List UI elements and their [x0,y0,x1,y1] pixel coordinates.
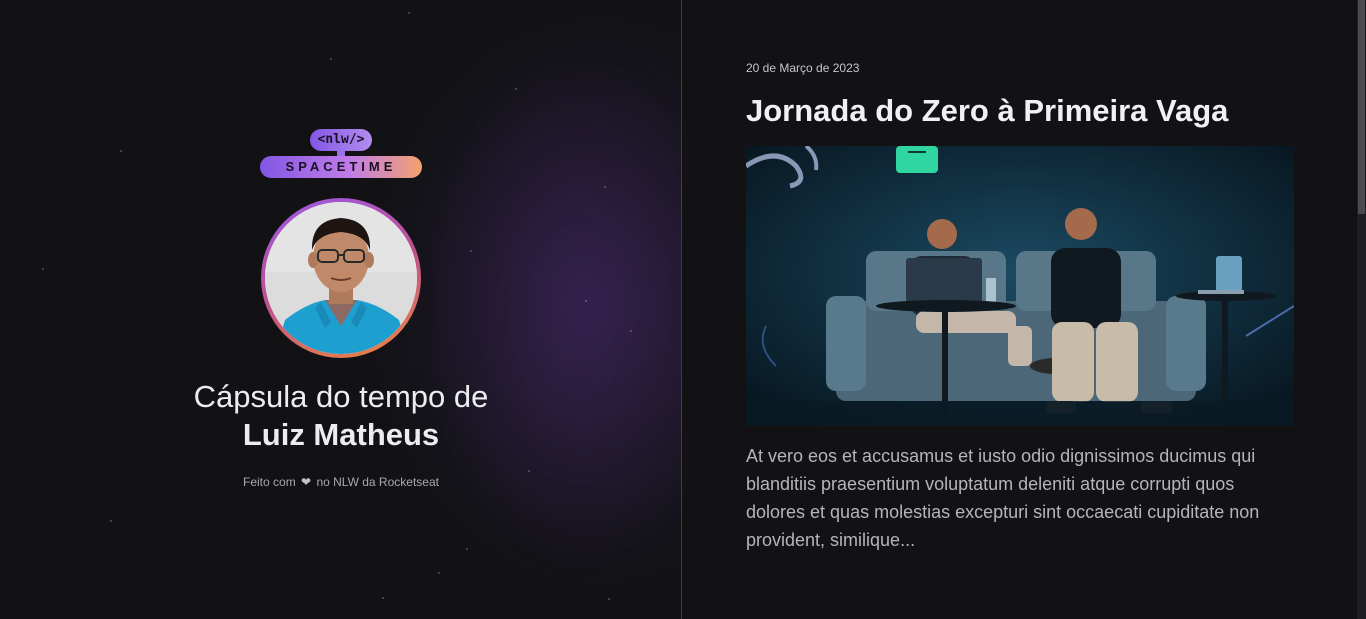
footer-note: Feito com ❤ no NLW da Rocketseat [0,475,681,489]
scrollbar-thumb[interactable] [1358,0,1365,214]
footer-suffix: no NLW da Rocketseat [316,475,439,489]
footer-prefix: Feito com [243,475,296,489]
profile-headline: Cápsula do tempo de Luiz Matheus [0,378,681,454]
headline-text: Cápsula do tempo de [193,379,489,414]
spacetime-logo: <nlw/> SPACETIME [260,129,422,179]
memory-excerpt: At vero eos et accusamus et iusto odio d… [746,446,1260,550]
spacetime-wordmark: SPACETIME [260,156,422,178]
profile-section: <nlw/> SPACETIME Cápsula do tempo de Lui… [0,0,681,619]
heart-icon: ❤ [301,475,312,489]
app-layout: <nlw/> SPACETIME Cápsula do tempo de Lui… [0,0,1366,619]
scrollbar[interactable] [1357,0,1366,619]
avatar-image [265,202,417,354]
left-panel: <nlw/> SPACETIME Cápsula do tempo de Lui… [0,0,682,619]
memory-card: 20 de Março de 2023 Jornada do Zero à Pr… [746,60,1294,554]
avatar[interactable] [265,202,417,354]
memory-image[interactable] [746,146,1294,426]
nlw-tag: <nlw/> [310,129,372,151]
memory-title: Jornada do Zero à Primeira Vaga [746,93,1229,128]
memory-photo [746,146,1294,426]
memories-panel: 20 de Março de 2023 Jornada do Zero à Pr… [682,0,1366,619]
profile-name: Luiz Matheus [242,417,440,452]
memory-date: 20 de Março de 2023 [746,61,860,75]
avatar-ring [261,198,421,358]
